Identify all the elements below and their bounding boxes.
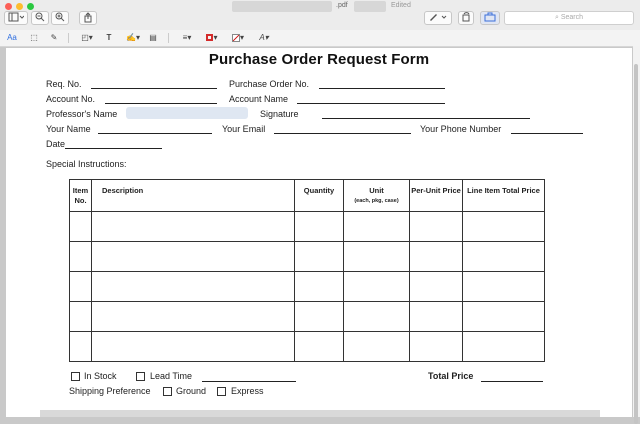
zoom-out-button[interactable] [31, 11, 49, 25]
fill-color-icon[interactable]: ▾ [229, 32, 247, 44]
your-email-field[interactable] [274, 133, 411, 134]
table-row[interactable] [69, 211, 545, 242]
shapes-icon[interactable]: ◰▾ [78, 32, 96, 44]
border-color-icon[interactable]: ▾ [203, 32, 221, 44]
col-item-no: Item No. [69, 179, 92, 212]
sign-icon[interactable]: ✍▾ [124, 32, 142, 44]
table-row[interactable] [69, 331, 545, 362]
pdf-page: Purchase Order Request Form Req. No. Pur… [6, 48, 632, 417]
col-unit-sub: (each, pkg, case) [354, 198, 399, 204]
professor-name-label: Professor's Name [46, 109, 118, 119]
ground-checkbox[interactable] [163, 387, 172, 396]
zoom-out-icon [35, 12, 45, 22]
professor-name-redacted [126, 107, 248, 119]
rotate-button[interactable] [458, 11, 474, 25]
col-per-unit-price: Per-Unit Price [409, 179, 463, 212]
col-quantity: Quantity [294, 179, 344, 212]
share-button[interactable] [79, 11, 97, 25]
table-row[interactable] [69, 301, 545, 332]
your-name-field[interactable] [98, 133, 212, 134]
next-page-edge [40, 410, 600, 417]
table-row[interactable] [69, 271, 545, 302]
vertical-scrollbar[interactable] [633, 46, 640, 424]
divider [68, 33, 69, 43]
account-no-label: Account No. [46, 94, 96, 104]
signature-field[interactable] [322, 118, 530, 119]
ground-label: Ground [176, 386, 207, 396]
markup-toolbar: Aa ⬚ ✎ ◰▾ T ✍▾ ▤ ≡▾ ▾ ▾ A▾ [0, 30, 640, 47]
scrollbar-thumb[interactable] [634, 64, 638, 424]
close-window-button[interactable] [5, 3, 12, 10]
col-line-total: Line Item Total Price [462, 179, 545, 212]
document-title-redacted-2 [354, 1, 386, 12]
po-number-field[interactable] [319, 88, 445, 89]
account-name-field[interactable] [297, 103, 445, 104]
total-price-label: Total Price [428, 371, 474, 381]
sidebar-toggle-button[interactable] [4, 11, 28, 25]
share-icon [84, 12, 92, 23]
your-email-label: Your Email [222, 124, 266, 134]
table-row[interactable] [69, 241, 545, 272]
search-placeholder: Search [560, 14, 584, 21]
col-description: Description [91, 179, 295, 212]
col-unit: Unit (each, pkg, case) [343, 179, 410, 212]
req-no-label: Req. No. [46, 79, 82, 89]
text-tool-icon[interactable]: T [104, 32, 114, 44]
total-price-field[interactable] [481, 381, 543, 382]
req-no-field[interactable] [91, 88, 217, 89]
your-name-label: Your Name [46, 124, 91, 134]
search-field[interactable]: ⌕ Search [504, 11, 634, 25]
divider [168, 33, 169, 43]
edited-status: Edited [391, 2, 411, 9]
document-title-redacted [232, 1, 332, 12]
in-stock-label: In Stock [84, 371, 117, 381]
lead-time-field[interactable] [202, 381, 296, 382]
col-unit-label: Unit [369, 186, 384, 195]
account-name-label: Account Name [229, 94, 289, 104]
your-phone-label: Your Phone Number [420, 124, 502, 134]
express-label: Express [231, 386, 264, 396]
special-instructions-label: Special Instructions: [46, 159, 127, 169]
express-checkbox[interactable] [217, 387, 226, 396]
text-style-icon[interactable]: A▾ [255, 32, 273, 44]
account-no-field[interactable] [105, 103, 217, 104]
line-style-icon[interactable]: ≡▾ [178, 32, 196, 44]
note-icon[interactable]: ▤ [147, 32, 159, 44]
signature-label: Signature [260, 109, 299, 119]
markup-toolbar-button[interactable] [480, 11, 500, 25]
markup-pen-button[interactable] [424, 11, 452, 25]
rectangular-selection-icon[interactable]: ⬚ [28, 32, 40, 44]
pen-icon [430, 14, 447, 21]
toolbox-icon [484, 12, 496, 22]
sidebar-icon [8, 12, 25, 22]
minimize-window-button[interactable] [16, 3, 23, 10]
your-phone-field[interactable] [511, 133, 583, 134]
po-number-label: Purchase Order No. [229, 79, 310, 89]
page-title: Purchase Order Request Form [208, 51, 430, 68]
items-table: Item No. Description Quantity Unit (each… [69, 179, 545, 362]
rotate-icon [462, 12, 470, 22]
date-field[interactable] [65, 148, 162, 149]
sketch-icon[interactable]: ✎ [47, 32, 61, 44]
text-selection-tool[interactable]: Aa [4, 32, 20, 44]
zoom-in-icon [55, 12, 65, 22]
date-label: Date [46, 139, 66, 149]
lead-time-label: Lead Time [150, 371, 193, 381]
zoom-in-button[interactable] [51, 11, 69, 25]
zoom-window-button[interactable] [27, 3, 34, 10]
window-toolbar: .pdf Edited ⌕ Search [0, 0, 640, 31]
shipping-preference-label: Shipping Preference [69, 386, 151, 396]
table-header-row: Item No. Description Quantity Unit (each… [69, 179, 545, 212]
in-stock-checkbox[interactable] [71, 372, 80, 381]
lead-time-checkbox[interactable] [136, 372, 145, 381]
document-title-suffix: .pdf [336, 2, 348, 9]
